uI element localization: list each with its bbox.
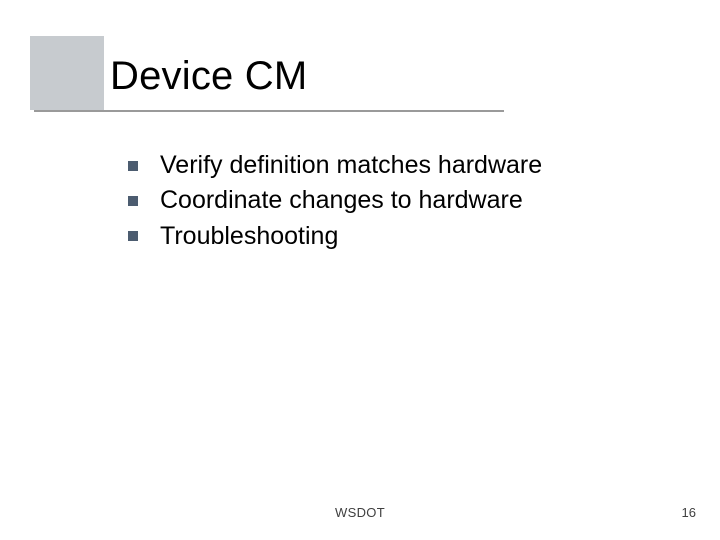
slide: Device CM Verify definition matches hard… <box>0 0 720 540</box>
bullet-square-icon <box>128 196 138 206</box>
bullet-text: Verify definition matches hardware <box>160 150 542 181</box>
bullet-list: Verify definition matches hardware Coord… <box>128 150 668 256</box>
bullet-square-icon <box>128 161 138 171</box>
footer-center-label: WSDOT <box>0 505 720 520</box>
title-block: Device CM <box>30 36 307 99</box>
bullet-text: Coordinate changes to hardware <box>160 185 523 216</box>
list-item: Verify definition matches hardware <box>128 150 668 181</box>
title-underline <box>34 110 504 112</box>
page-number: 16 <box>682 505 696 520</box>
slide-title: Device CM <box>30 36 307 99</box>
bullet-text: Troubleshooting <box>160 221 338 252</box>
list-item: Troubleshooting <box>128 221 668 252</box>
list-item: Coordinate changes to hardware <box>128 185 668 216</box>
bullet-square-icon <box>128 231 138 241</box>
